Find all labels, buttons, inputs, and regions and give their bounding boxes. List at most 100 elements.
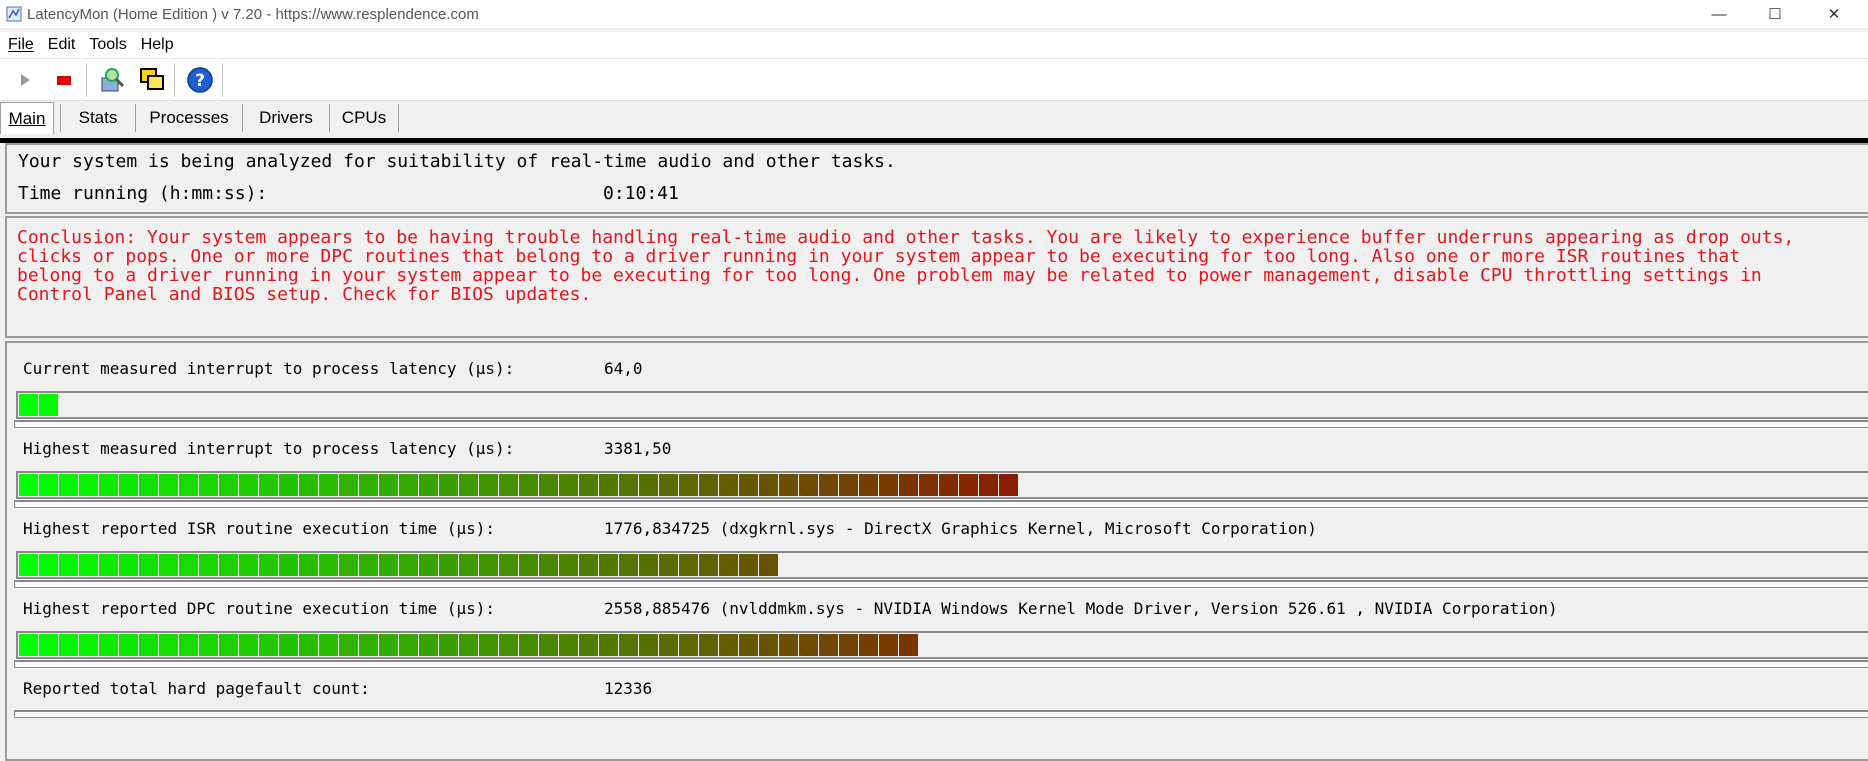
bar-segment — [139, 554, 158, 576]
bar-segment — [639, 634, 658, 656]
latency-bar — [16, 551, 1868, 579]
tab-main[interactable]: Main — [0, 102, 54, 134]
bar-segment — [359, 474, 378, 496]
tab-cpus-label: CPUs — [341, 108, 387, 127]
metric-value: 2558,885476 (nvlddmkm.sys - NVIDIA Windo… — [604, 599, 1558, 618]
bar-underline — [14, 420, 1868, 428]
bar-segment — [719, 554, 738, 576]
bar-segment — [219, 474, 238, 496]
bar-segment — [39, 634, 58, 656]
bar-segment — [859, 634, 878, 656]
bar-segment — [479, 474, 498, 496]
conclusion-text: Conclusion: Your system appears to be ha… — [17, 227, 1795, 305]
bar-segment — [539, 634, 558, 656]
bar-segment — [119, 554, 138, 576]
bar-segment — [799, 474, 818, 496]
tab-stats[interactable]: Stats — [60, 104, 136, 132]
bar-segment — [399, 634, 418, 656]
menu-tools[interactable]: Tools — [89, 36, 126, 54]
maximize-button[interactable]: ☐ — [1747, 0, 1803, 28]
bar-segment — [739, 634, 758, 656]
tab-strip: Main Stats Processes Drivers CPUs — [0, 100, 1868, 134]
bar-segment — [199, 634, 218, 656]
bar-segment — [159, 474, 178, 496]
bar-segment — [879, 474, 898, 496]
help-icon[interactable]: ? — [185, 65, 215, 95]
bar-segment — [279, 634, 298, 656]
bar-segment — [279, 554, 298, 576]
bar-underline — [14, 710, 1868, 718]
bar-segment — [359, 554, 378, 576]
tab-drivers[interactable]: Drivers — [243, 104, 330, 132]
tab-main-label: Main — [8, 108, 46, 128]
bar-segment — [759, 634, 778, 656]
play-icon[interactable] — [10, 65, 40, 95]
bar-segment — [119, 474, 138, 496]
bar-segment — [119, 634, 138, 656]
bar-segment — [679, 474, 698, 496]
status-panel: Your system is being analyzed for suitab… — [5, 143, 1868, 214]
bar-segment — [19, 634, 38, 656]
menu-file[interactable]: File — [8, 36, 34, 54]
bar-segment — [839, 474, 858, 496]
bar-segment — [559, 634, 578, 656]
bar-segment — [179, 474, 198, 496]
bar-segment — [39, 554, 58, 576]
windows-icon[interactable] — [137, 65, 167, 95]
tab-processes[interactable]: Processes — [136, 104, 243, 132]
bar-segment — [259, 554, 278, 576]
stop-icon[interactable] — [49, 65, 79, 95]
metric-value: 3381,50 — [604, 439, 672, 458]
bar-segment — [799, 634, 818, 656]
bar-segment — [759, 554, 778, 576]
bar-segment — [299, 554, 318, 576]
bar-segment — [539, 554, 558, 576]
menu-help[interactable]: Help — [141, 36, 174, 54]
bar-segment — [179, 554, 198, 576]
close-button[interactable]: ✕ — [1806, 0, 1862, 28]
bar-segment — [639, 554, 658, 576]
bar-segment — [459, 474, 478, 496]
search-tool-icon[interactable] — [97, 65, 127, 95]
tab-stats-label: Stats — [78, 108, 118, 127]
bar-segment — [179, 634, 198, 656]
bar-segment — [759, 474, 778, 496]
bar-segment — [319, 634, 338, 656]
bar-segment — [779, 634, 798, 656]
bar-segment — [819, 634, 838, 656]
bar-segment — [39, 394, 58, 416]
bar-segment — [379, 634, 398, 656]
bar-segment — [219, 634, 238, 656]
bar-segment — [579, 474, 598, 496]
toolbar-separator — [86, 63, 87, 97]
menu-edit[interactable]: Edit — [48, 36, 76, 54]
bar-segment — [79, 634, 98, 656]
tab-cpus[interactable]: CPUs — [330, 104, 399, 132]
bar-segment — [619, 554, 638, 576]
bar-segment — [579, 554, 598, 576]
bar-segment — [999, 474, 1018, 496]
bar-segment — [679, 554, 698, 576]
bar-segment — [719, 474, 738, 496]
bar-segment — [19, 554, 38, 576]
bar-segment — [859, 474, 878, 496]
bar-segment — [579, 634, 598, 656]
analyzing-text: Your system is being analyzed for suitab… — [18, 151, 896, 172]
bar-segment — [139, 474, 158, 496]
bar-segment — [459, 554, 478, 576]
bar-segment — [239, 474, 258, 496]
bar-segment — [659, 634, 678, 656]
bar-segment — [499, 474, 518, 496]
bar-segment — [599, 474, 618, 496]
bar-segment — [919, 474, 938, 496]
latency-bar — [16, 471, 1868, 499]
bar-segment — [739, 474, 758, 496]
bar-segment — [499, 634, 518, 656]
bar-segment — [199, 554, 218, 576]
bar-segment — [599, 634, 618, 656]
bar-segment — [379, 474, 398, 496]
bar-segment — [139, 634, 158, 656]
bar-segment — [159, 554, 178, 576]
window-title: LatencyMon (Home Edition ) v 7.20 - http… — [27, 5, 479, 23]
minimize-button[interactable]: — — [1691, 0, 1747, 28]
